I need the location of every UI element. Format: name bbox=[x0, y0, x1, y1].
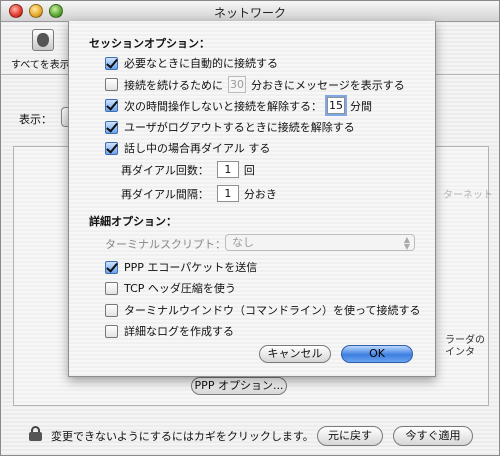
redial-option[interactable]: 話し中の場合再ダイアル する bbox=[105, 140, 270, 156]
background-text: ターネット bbox=[443, 190, 493, 201]
logout-disconnect-checkbox[interactable] bbox=[105, 120, 118, 134]
redial-interval-unit: 分おき bbox=[243, 187, 277, 201]
window-title: ネットワーク bbox=[213, 6, 286, 20]
tcp-compression-checkbox[interactable] bbox=[105, 281, 118, 295]
session-options-title: セッションオプション： bbox=[89, 37, 210, 50]
redial-count-row: 再ダイアル回数： 1 回 bbox=[121, 161, 255, 178]
apple-show-all-icon[interactable] bbox=[32, 29, 54, 51]
remind-label-before: 接続を続けるために bbox=[124, 78, 223, 92]
ppp-options-button[interactable]: PPP オプション... bbox=[191, 377, 287, 395]
ok-button[interactable]: OK bbox=[341, 345, 413, 363]
lock-hint-text: 変更できないようにするにはカギをクリックします。 bbox=[51, 430, 314, 443]
title-bar[interactable]: ネットワーク bbox=[1, 1, 499, 22]
popup-arrows-icon: ▲ ▼ bbox=[403, 235, 410, 251]
terminal-window-option[interactable]: ターミナルウインドウ（コマンドライン）を使って接続する bbox=[105, 302, 420, 318]
ppp-echo-checkbox[interactable] bbox=[105, 260, 118, 274]
idle-disconnect-option[interactable]: 次の時間操作しないと接続を解除する： 15 分間 bbox=[105, 97, 372, 114]
redial-count-field[interactable]: 1 bbox=[216, 161, 239, 178]
terminal-script-value: なし bbox=[232, 236, 254, 249]
show-label: 表示： bbox=[19, 113, 52, 126]
background-text: インタ bbox=[445, 347, 475, 358]
verbose-log-label: 詳細なログを作成する bbox=[124, 325, 234, 338]
tcp-compression-label: TCP ヘッダ圧縮を使う bbox=[124, 282, 236, 295]
verbose-log-checkbox[interactable] bbox=[105, 324, 118, 338]
terminal-script-popup[interactable]: なし ▲ ▼ bbox=[225, 234, 415, 251]
lock-body bbox=[29, 432, 42, 441]
remind-label-after: 分おきにメッセージを表示する bbox=[251, 78, 405, 92]
redial-checkbox[interactable] bbox=[105, 141, 118, 155]
idle-disconnect-checkbox[interactable] bbox=[105, 99, 118, 112]
remind-checkbox[interactable] bbox=[105, 78, 118, 91]
logout-disconnect-option[interactable]: ユーザがログアウトするときに接続を解除する bbox=[105, 119, 355, 135]
redial-interval-label: 再ダイアル間隔： bbox=[121, 187, 209, 201]
auto-connect-checkbox[interactable] bbox=[105, 56, 118, 70]
show-all-label[interactable]: すべてを表示 bbox=[11, 56, 70, 71]
redial-count-unit: 回 bbox=[243, 163, 255, 177]
logout-disconnect-label: ユーザがログアウトするときに接続を解除する bbox=[124, 121, 355, 134]
apply-now-button[interactable]: 今すぐ適用 bbox=[393, 426, 473, 446]
ppp-echo-label: PPP エコーパケットを送信 bbox=[124, 261, 258, 274]
terminal-window-label: ターミナルウインドウ（コマンドライン）を使って接続する bbox=[124, 304, 421, 317]
remind-option[interactable]: 接続を続けるために 30 分おきにメッセージを表示する bbox=[105, 76, 405, 93]
auto-connect-label: 必要なときに自動的に接続する bbox=[124, 57, 278, 70]
terminal-script-label: ターミナルスクリプト： bbox=[105, 238, 226, 251]
idle-minutes-field[interactable]: 15 bbox=[327, 97, 345, 114]
redial-count-label: 再ダイアル回数： bbox=[121, 163, 209, 177]
verbose-log-option[interactable]: 詳細なログを作成する bbox=[105, 323, 234, 339]
redial-interval-field[interactable]: 1 bbox=[216, 185, 239, 202]
ppp-echo-option[interactable]: PPP エコーパケットを送信 bbox=[105, 259, 257, 275]
redial-label: 話し中の場合再ダイアル する bbox=[124, 142, 271, 155]
lock-icon[interactable] bbox=[29, 426, 42, 441]
terminal-window-checkbox[interactable] bbox=[105, 303, 118, 317]
advanced-options-title: 詳細オプション： bbox=[89, 215, 177, 228]
auto-connect-option[interactable]: 必要なときに自動的に接続する bbox=[105, 55, 278, 71]
idle-disconnect-label-before: 次の時間操作しないと接続を解除する： bbox=[124, 99, 322, 113]
revert-button[interactable]: 元に戻す bbox=[317, 426, 383, 446]
remind-minutes-field[interactable]: 30 bbox=[228, 76, 246, 93]
session-options-sheet: セッションオプション： 必要なときに自動的に接続する 接続を続けるために 30 … bbox=[68, 21, 436, 377]
redial-interval-row: 再ダイアル間隔： 1 分おき bbox=[121, 185, 277, 202]
cancel-button[interactable]: キャンセル bbox=[259, 345, 331, 363]
tcp-compression-option[interactable]: TCP ヘッダ圧縮を使う bbox=[105, 280, 236, 296]
idle-disconnect-label-after: 分間 bbox=[350, 99, 372, 113]
